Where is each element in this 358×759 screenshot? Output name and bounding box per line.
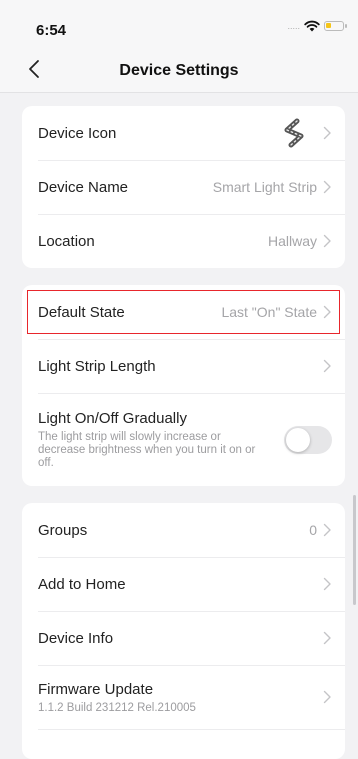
device-info-label: Device Info [38, 629, 114, 647]
battery-icon [324, 21, 347, 31]
chevron-right-icon [323, 577, 331, 591]
device-info-row[interactable]: Device Info [22, 611, 345, 665]
default-state-value: Last "On" State [221, 304, 317, 320]
behavior-section: Default State Last "On" State Light Stri… [22, 285, 345, 486]
gradual-texts: Light On/Off Gradually The light strip w… [38, 410, 284, 470]
chevron-right-icon [323, 523, 331, 537]
chevron-right-icon [323, 631, 331, 645]
default-state-label: Default State [38, 303, 125, 321]
gradual-label: Light On/Off Gradually [38, 409, 187, 427]
chevron-right-icon [323, 305, 331, 319]
page-title: Device Settings [119, 62, 239, 79]
status-icons: ..... [287, 20, 347, 32]
signal-dots-icon: ..... [287, 21, 300, 31]
device-name-row[interactable]: Device Name Smart Light Strip [22, 160, 345, 214]
toggle-knob [286, 427, 310, 452]
device-name-label: Device Name [38, 178, 129, 196]
light-strip-length-label: Light Strip Length [38, 357, 156, 375]
scrollbar[interactable] [353, 495, 356, 605]
gradual-description: The light strip will slowly increase or … [38, 430, 256, 469]
device-section: Device Icon Device Name Smart Light Stri… [22, 106, 345, 268]
add-to-home-label: Add to Home [38, 575, 126, 593]
firmware-texts: Firmware Update 1.1.2 Build 231212 Rel.2… [38, 681, 323, 714]
firmware-version: 1.1.2 Build 231212 Rel.210005 [38, 701, 196, 714]
next-row[interactable] [22, 729, 345, 759]
chevron-right-icon [323, 359, 331, 373]
light-strip-length-row[interactable]: Light Strip Length [22, 339, 345, 393]
location-value: Hallway [267, 233, 317, 249]
navigation-bar: Device Settings [0, 48, 358, 93]
device-name-value: Smart Light Strip [212, 179, 317, 195]
add-to-home-row[interactable]: Add to Home [22, 557, 345, 611]
light-strip-icon [284, 118, 304, 148]
firmware-label: Firmware Update [38, 680, 154, 698]
location-row[interactable]: Location Hallway [22, 214, 345, 268]
chevron-right-icon [323, 126, 331, 140]
chevron-right-icon [323, 234, 331, 248]
groups-label: Groups [38, 521, 88, 539]
status-bar: 6:54 ..... [0, 0, 358, 48]
gradual-toggle[interactable] [284, 425, 332, 454]
chevron-right-icon [323, 180, 331, 194]
location-label: Location [38, 232, 95, 250]
device-icon-label: Device Icon [38, 124, 117, 142]
chevron-right-icon [323, 690, 331, 704]
groups-value: 0 [309, 522, 317, 538]
status-time: 6:54 [36, 22, 67, 39]
firmware-update-row[interactable]: Firmware Update 1.1.2 Build 231212 Rel.2… [22, 665, 345, 729]
gradual-row: Light On/Off Gradually The light strip w… [22, 393, 345, 486]
device-icon-row[interactable]: Device Icon [22, 106, 345, 160]
default-state-row[interactable]: Default State Last "On" State [22, 285, 345, 339]
wifi-icon [304, 20, 320, 32]
groups-row[interactable]: Groups 0 [22, 503, 345, 557]
info-section: Groups 0 Add to Home Device Info Firmwar… [22, 503, 345, 759]
